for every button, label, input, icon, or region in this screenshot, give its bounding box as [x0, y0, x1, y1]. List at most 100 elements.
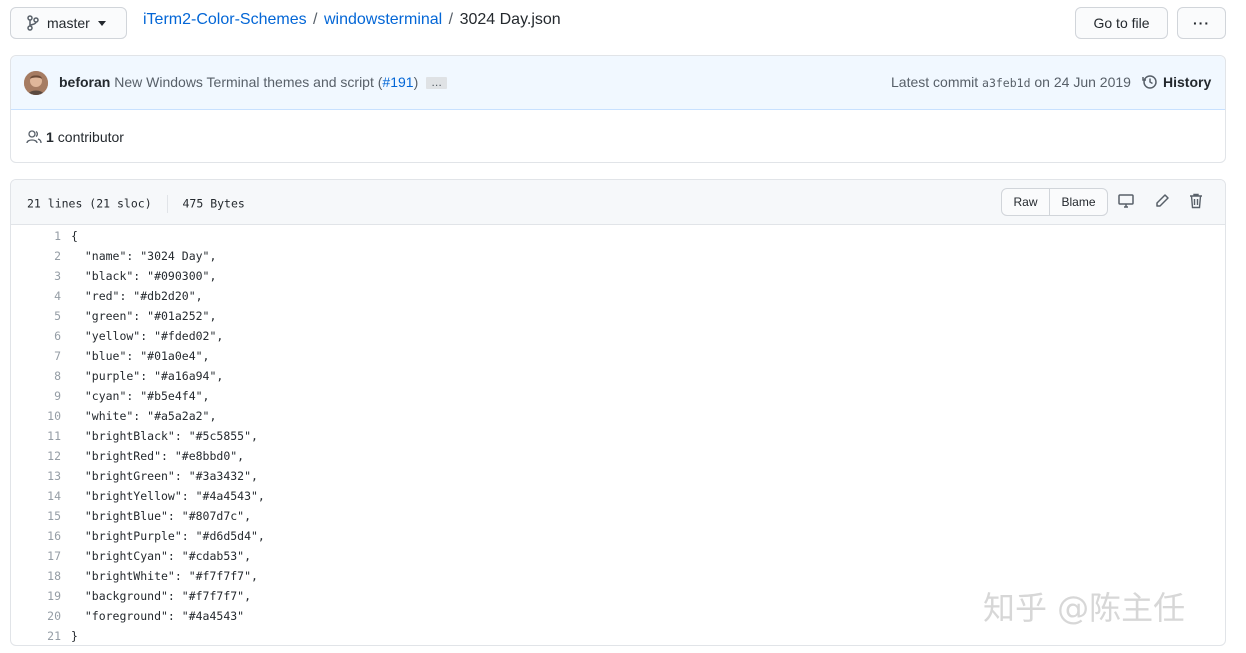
- blame-button[interactable]: Blame: [1049, 188, 1108, 216]
- line-number[interactable]: 12: [11, 446, 61, 466]
- line-number[interactable]: 4: [11, 286, 61, 306]
- file-viewer: 21 lines (21 sloc) 475 Bytes Raw Blame 1…: [10, 179, 1226, 646]
- code-line: 11 "brightBlack": "#5c5855",: [11, 426, 1225, 446]
- expand-commit-button[interactable]: …: [426, 77, 448, 90]
- code-line: 5 "green": "#01a252",: [11, 306, 1225, 326]
- line-content: {: [71, 229, 78, 243]
- breadcrumb-separator: /: [313, 11, 318, 28]
- code-line: 21}: [11, 626, 1225, 645]
- line-number[interactable]: 18: [11, 566, 61, 586]
- line-number[interactable]: 13: [11, 466, 61, 486]
- line-number[interactable]: 20: [11, 606, 61, 626]
- commit-sha-link[interactable]: a3feb1d: [982, 76, 1030, 90]
- line-content: "brightGreen": "#3a3432",: [71, 469, 258, 483]
- code-line: 10 "white": "#a5a2a2",: [11, 406, 1225, 426]
- line-number[interactable]: 5: [11, 306, 61, 326]
- code-line: 15 "brightBlue": "#807d7c",: [11, 506, 1225, 526]
- contributors-row[interactable]: 1 contributor: [26, 129, 124, 145]
- file-header: 21 lines (21 sloc) 475 Bytes Raw Blame: [11, 180, 1225, 225]
- more-options-button[interactable]: ···: [1177, 7, 1226, 39]
- people-icon: [26, 129, 42, 145]
- commit-message[interactable]: New Windows Terminal themes and script (: [114, 74, 382, 90]
- raw-button[interactable]: Raw: [1001, 188, 1050, 216]
- line-content: "brightCyan": "#cdab53",: [71, 549, 252, 563]
- caret-down-icon: [97, 20, 106, 26]
- code-line: 16 "brightPurple": "#d6d5d4",: [11, 526, 1225, 546]
- line-number[interactable]: 3: [11, 266, 61, 286]
- line-number[interactable]: 19: [11, 586, 61, 606]
- line-content: "brightPurple": "#d6d5d4",: [71, 529, 265, 543]
- line-number[interactable]: 15: [11, 506, 61, 526]
- code-line: 9 "cyan": "#b5e4f4",: [11, 386, 1225, 406]
- trash-icon[interactable]: [1189, 193, 1203, 209]
- line-number[interactable]: 21: [11, 626, 61, 645]
- avatar[interactable]: [24, 71, 48, 95]
- code-line: 1{: [11, 226, 1225, 246]
- line-number[interactable]: 17: [11, 546, 61, 566]
- line-content: "purple": "#a16a94",: [71, 369, 224, 383]
- line-content: }: [71, 629, 78, 643]
- code-line: 6 "yellow": "#fded02",: [11, 326, 1225, 346]
- code-line: 8 "purple": "#a16a94",: [11, 366, 1225, 386]
- line-content: "brightWhite": "#f7f7f7",: [71, 569, 258, 583]
- line-content: "blue": "#01a0e4",: [71, 349, 210, 363]
- breadcrumb-separator: /: [448, 11, 454, 28]
- line-number[interactable]: 1: [11, 226, 61, 246]
- line-content: "background": "#f7f7f7",: [71, 589, 252, 603]
- commit-panel: beforan New Windows Terminal themes and …: [10, 55, 1226, 163]
- line-number[interactable]: 14: [11, 486, 61, 506]
- branch-selector[interactable]: master: [10, 7, 127, 39]
- line-content: "brightYellow": "#4a4543",: [71, 489, 265, 503]
- commit-date: on 24 Jun 2019: [1034, 74, 1131, 90]
- code-line: 12 "brightRed": "#e8bbd0",: [11, 446, 1225, 466]
- branch-label: master: [47, 15, 90, 31]
- line-number[interactable]: 6: [11, 326, 61, 346]
- line-content: "black": "#090300",: [71, 269, 217, 283]
- latest-commit-label: Latest commit: [891, 74, 979, 90]
- breadcrumb-repo-link[interactable]: iTerm2-Color-Schemes: [143, 11, 307, 28]
- breadcrumb-file-name: 3024 Day.json: [459, 11, 561, 28]
- watermark: 知乎 @陈主任: [983, 589, 1186, 627]
- history-icon: [1142, 74, 1158, 90]
- line-content: "brightBlack": "#5c5855",: [71, 429, 258, 443]
- line-number[interactable]: 8: [11, 366, 61, 386]
- code-line: 2 "name": "3024 Day",: [11, 246, 1225, 266]
- line-number[interactable]: 16: [11, 526, 61, 546]
- pencil-icon[interactable]: [1154, 193, 1170, 209]
- desktop-icon[interactable]: [1118, 193, 1134, 209]
- contributor-count: 1: [46, 129, 54, 145]
- line-content: "foreground": "#4a4543": [71, 609, 245, 623]
- line-number[interactable]: 10: [11, 406, 61, 426]
- file-size: 475 Bytes: [182, 196, 245, 211]
- git-branch-icon: [27, 15, 39, 31]
- breadcrumb-folder-link[interactable]: windowsterminal: [324, 11, 442, 28]
- code-line: 3 "black": "#090300",: [11, 266, 1225, 286]
- line-content: "red": "#db2d20",: [71, 289, 203, 303]
- code-line: 17 "brightCyan": "#cdab53",: [11, 546, 1225, 566]
- line-number[interactable]: 9: [11, 386, 61, 406]
- code-line: 14 "brightYellow": "#4a4543",: [11, 486, 1225, 506]
- commit-author[interactable]: beforan: [59, 74, 110, 90]
- code-line: 7 "blue": "#01a0e4",: [11, 346, 1225, 366]
- line-content: "brightRed": "#e8bbd0",: [71, 449, 245, 463]
- file-line-count: 21 lines (21 sloc): [27, 196, 152, 211]
- code-line: 13 "brightGreen": "#3a3432",: [11, 466, 1225, 486]
- line-content: "yellow": "#fded02",: [71, 329, 224, 343]
- commit-message-close: ): [413, 74, 419, 90]
- line-content: "cyan": "#b5e4f4",: [71, 389, 210, 403]
- history-label: History: [1163, 74, 1212, 90]
- line-content: "green": "#01a252",: [71, 309, 217, 323]
- line-content: "white": "#a5a2a2",: [71, 409, 217, 423]
- contributor-label: contributor: [57, 129, 124, 145]
- line-number[interactable]: 11: [11, 426, 61, 446]
- line-number[interactable]: 2: [11, 246, 61, 266]
- code-line: 4 "red": "#db2d20",: [11, 286, 1225, 306]
- go-to-file-button[interactable]: Go to file: [1075, 7, 1168, 39]
- history-link[interactable]: History: [1142, 74, 1211, 90]
- file-info-divider: [166, 195, 168, 213]
- commit-pr-link[interactable]: #191: [382, 74, 413, 90]
- line-number[interactable]: 7: [11, 346, 61, 366]
- line-content: "name": "3024 Day",: [71, 249, 217, 263]
- latest-commit-bar: beforan New Windows Terminal themes and …: [11, 56, 1225, 110]
- line-content: "brightBlue": "#807d7c",: [71, 509, 252, 523]
